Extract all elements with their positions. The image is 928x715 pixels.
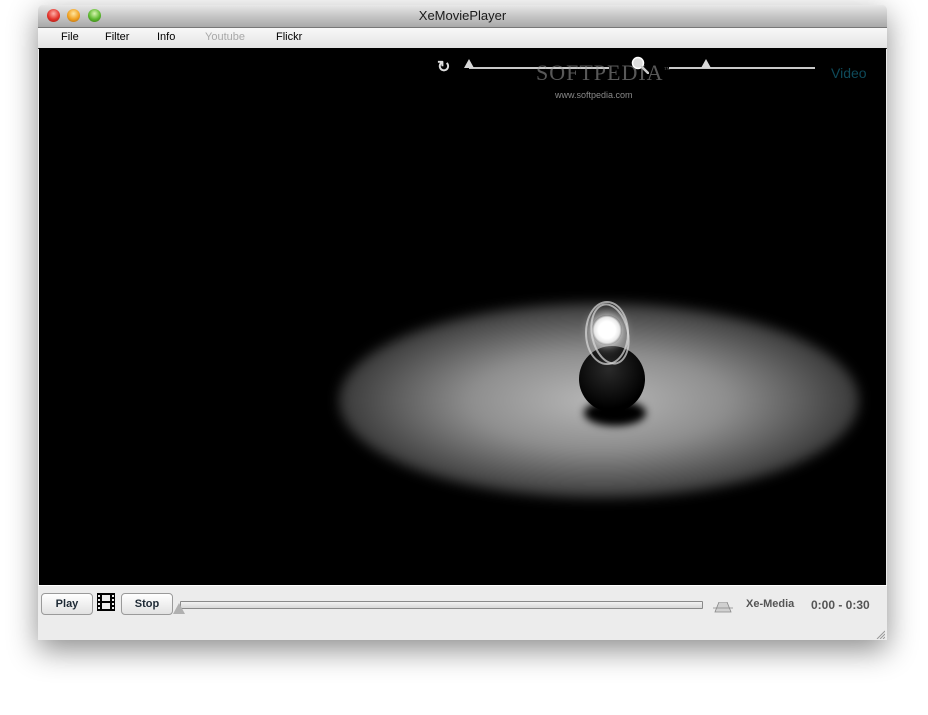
rotate-icon[interactable]: ↻ — [437, 57, 450, 77]
film-strip-icon[interactable] — [96, 592, 116, 612]
watermark-url: www.softpedia.com — [555, 90, 633, 100]
progress-slider-track[interactable] — [180, 601, 703, 609]
time-readout: 0:00 - 0:30 — [811, 598, 870, 612]
watermark: SOFTPEDIA™ — [536, 60, 672, 85]
window-title: XeMoviePlayer — [418, 8, 507, 23]
progress-slider-thumb[interactable] — [173, 603, 185, 614]
video-mode-label[interactable]: Video — [831, 65, 867, 81]
zoom-slider-track[interactable] — [669, 67, 815, 69]
menu-bar: File Filter Info Youtube Flickr — [38, 28, 887, 49]
zoom-slider-thumb[interactable] — [700, 59, 711, 68]
resize-grip-icon[interactable] — [875, 629, 885, 639]
menu-file[interactable]: File — [61, 31, 79, 43]
menu-info[interactable]: Info — [157, 31, 175, 43]
rotation-slider-thumb[interactable] — [464, 59, 474, 68]
control-bar: Play Stop Xe-Media 0:00 - 0:30 — [38, 585, 887, 640]
title-bar[interactable]: XeMoviePlayer — [38, 5, 887, 28]
magnifier-icon[interactable] — [631, 56, 649, 74]
menu-flickr[interactable]: Flickr — [276, 31, 302, 43]
video-overlay-controls: ↻ SOFTPEDIA™ www.softpedia.com Video — [39, 56, 886, 100]
stop-button[interactable]: Stop — [121, 593, 173, 615]
menu-youtube: Youtube — [205, 31, 245, 43]
play-button[interactable]: Play — [41, 593, 93, 615]
brand-label: Xe-Media — [746, 598, 795, 610]
volume-icon[interactable] — [713, 602, 733, 614]
menu-filter[interactable]: Filter — [105, 31, 129, 43]
app-window: XeMoviePlayer File Filter Info Youtube F… — [38, 5, 887, 640]
video-area[interactable]: ↻ SOFTPEDIA™ www.softpedia.com Video — [39, 48, 886, 585]
